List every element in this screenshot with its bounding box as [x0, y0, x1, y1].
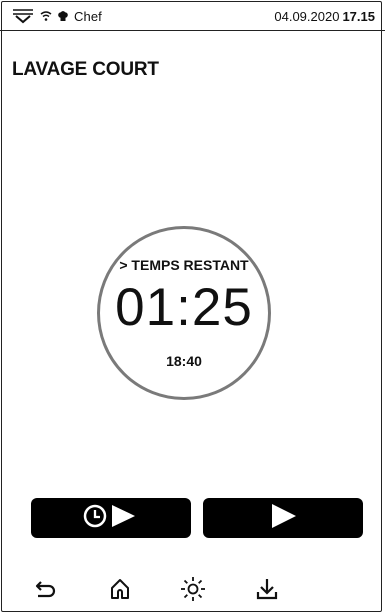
status-bar: Chef 04.09.2020 17.15	[0, 0, 385, 30]
light-button[interactable]	[177, 576, 209, 606]
back-button[interactable]	[30, 576, 62, 606]
chef-hat-icon	[58, 10, 68, 22]
menu-down-icon[interactable]	[12, 8, 34, 24]
home-icon	[108, 577, 132, 606]
date-time: 04.09.2020 17.15	[274, 9, 375, 24]
clock-play-icon	[81, 501, 141, 536]
page-title: LAVAGE COURT	[12, 59, 159, 80]
delayed-start-button[interactable]	[31, 498, 191, 538]
user-label: Chef	[74, 8, 102, 24]
time-label: 17.15	[342, 9, 375, 24]
status-left: Chef	[12, 8, 102, 24]
timer-circle: > TEMPS RESTANT 01:25 18:40	[97, 226, 271, 400]
home-button[interactable]	[104, 576, 136, 606]
light-icon	[180, 576, 206, 607]
date-label: 04.09.2020	[274, 9, 340, 24]
download-button[interactable]	[251, 576, 283, 606]
timer-label: > TEMPS RESTANT	[119, 257, 249, 273]
back-icon	[34, 578, 58, 605]
bottom-nav	[0, 576, 385, 606]
start-button[interactable]	[203, 498, 363, 538]
status-divider	[0, 30, 385, 31]
timer-remaining: 01:25	[115, 278, 253, 337]
play-icon	[268, 501, 298, 536]
timer-end-time: 18:40	[166, 353, 202, 369]
wifi-icon	[40, 10, 52, 22]
download-icon	[255, 577, 279, 606]
